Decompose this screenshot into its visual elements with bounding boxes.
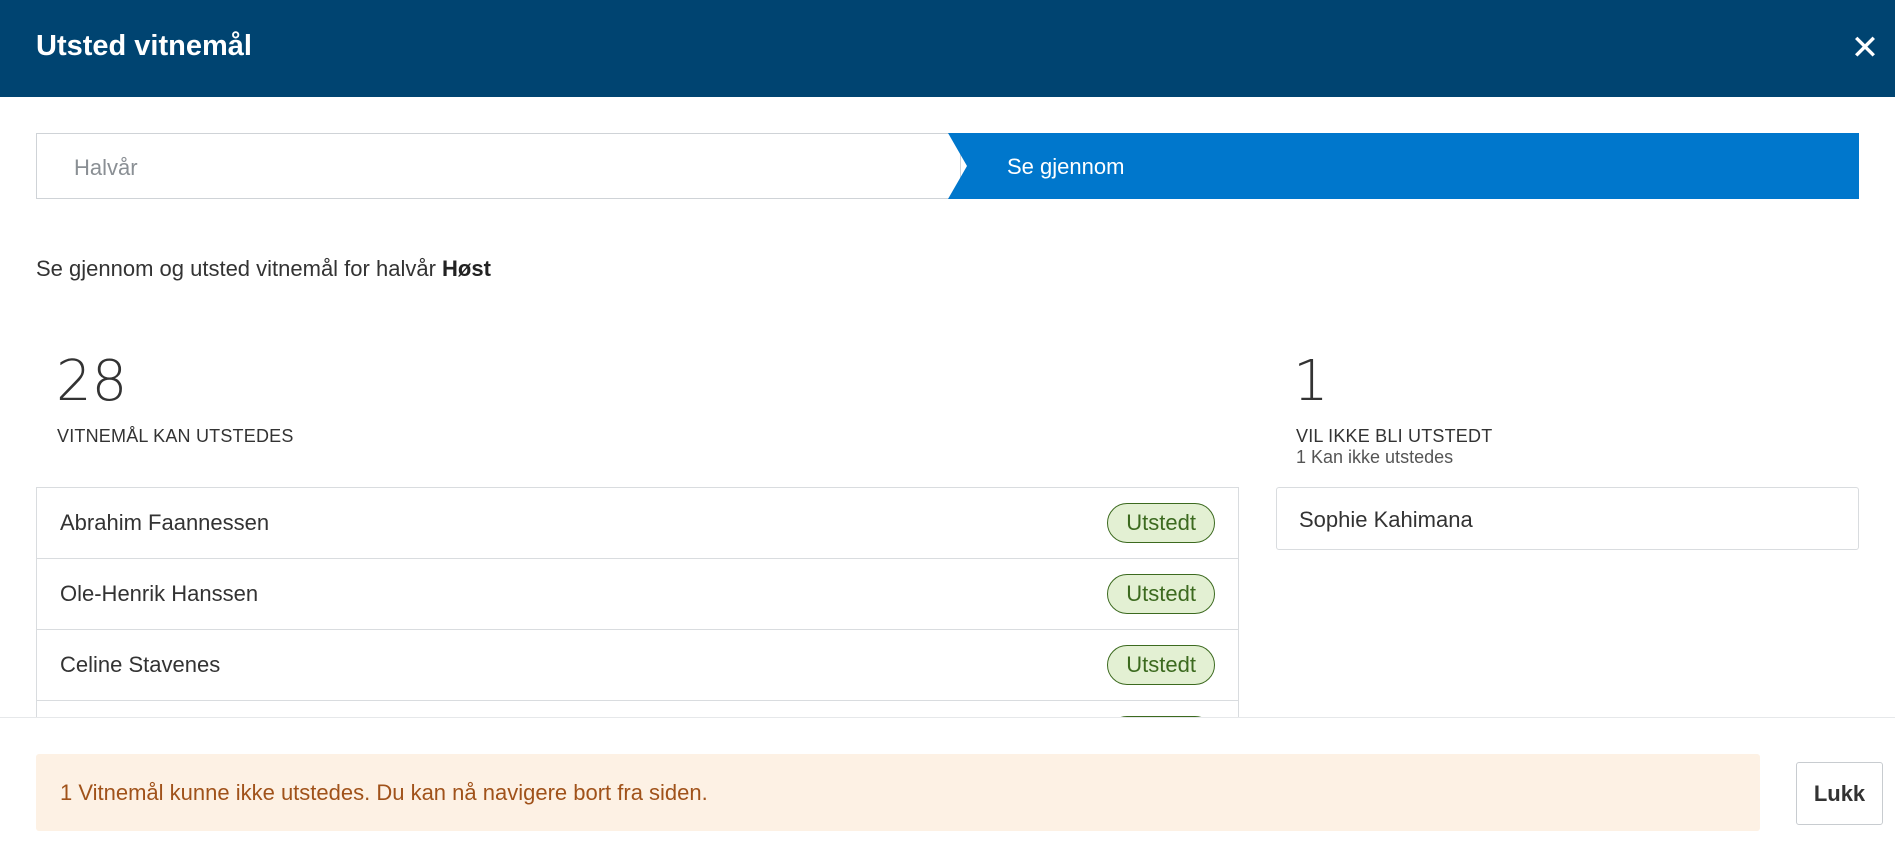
issuable-label: VITNEMÅL KAN UTSTEDES bbox=[57, 426, 294, 446]
status-badge: Utstedt bbox=[1107, 645, 1215, 685]
not-issued-sublabel: 1 Kan ikke utstedes bbox=[1296, 447, 1454, 467]
issuable-count: 28 bbox=[56, 349, 128, 414]
status-badge: Utstedt bbox=[1107, 503, 1215, 543]
not-issued-list-item[interactable]: Sophie Kahimana bbox=[1276, 487, 1859, 550]
alert-text: 1 Vitnemål kunne ikke utstedes. Du kan n… bbox=[60, 780, 708, 805]
student-name: Celine Stavenes bbox=[60, 652, 221, 677]
student-name: Sophie Kahimana bbox=[1299, 507, 1473, 532]
dialog-title: Utsted vitnemål bbox=[36, 30, 252, 62]
intro-sentence: Se gjennom og utsted vitnemål for halvår bbox=[36, 256, 443, 281]
student-name: Ole-Henrik Hanssen bbox=[60, 581, 259, 606]
status-badge: Utstedt bbox=[1107, 574, 1215, 614]
close-button[interactable]: Lukk bbox=[1796, 762, 1883, 825]
close-icon[interactable]: ✕ bbox=[1847, 30, 1883, 66]
list-item[interactable]: Celine Stavenes Utstedt bbox=[37, 630, 1238, 701]
list-item[interactable]: Ole-Henrik Hanssen Utstedt bbox=[37, 559, 1238, 630]
list-item[interactable]: Utstedt bbox=[37, 701, 1238, 717]
issuable-list[interactable]: Abrahim Faannessen Utstedt Ole-Henrik Ha… bbox=[36, 487, 1239, 717]
list-item[interactable]: Abrahim Faannessen Utstedt bbox=[37, 488, 1238, 559]
dialog-footer: 1 Vitnemål kunne ikke utstedes. Du kan n… bbox=[0, 717, 1895, 866]
warning-alert: 1 Vitnemål kunne ikke utstedes. Du kan n… bbox=[36, 754, 1760, 831]
not-issued-count: 1 bbox=[1293, 349, 1329, 414]
intro-text: Se gjennom og utsted vitnemål for halvår… bbox=[36, 256, 491, 282]
step-label: Halvår bbox=[74, 155, 138, 180]
step-se-gjennom[interactable]: Se gjennom bbox=[948, 133, 1859, 199]
stepper: Halvår Se gjennom bbox=[36, 133, 1859, 199]
dialog-header: Utsted vitnemål ✕ bbox=[0, 0, 1895, 97]
student-name: Abrahim Faannessen bbox=[60, 510, 270, 535]
step-label: Se gjennom bbox=[1007, 154, 1125, 179]
step-halvar[interactable]: Halvår bbox=[36, 133, 961, 199]
not-issued-label: VIL IKKE BLI UTSTEDT bbox=[1296, 426, 1493, 446]
intro-term: Høst bbox=[442, 256, 491, 281]
